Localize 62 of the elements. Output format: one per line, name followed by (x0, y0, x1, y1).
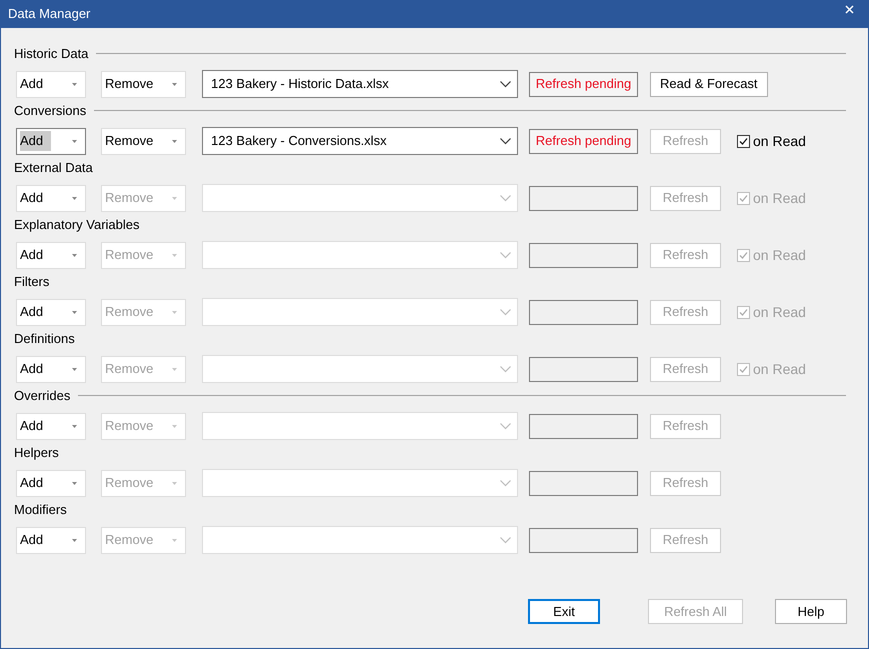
file-combo-box[interactable]: 123 Bakery - Conversions.xlsx (202, 127, 518, 155)
caret-icon (72, 424, 77, 428)
caret-icon (172, 424, 177, 428)
caret-icon (72, 254, 77, 256)
caret-icon (72, 310, 77, 314)
chevron-down-icon (500, 194, 511, 202)
section-label: Historic Data (14, 44, 88, 63)
section-label: Overrides (14, 386, 70, 405)
caret-icon (72, 82, 77, 86)
on-read-checkbox[interactable]: on Read (737, 130, 806, 152)
caret-icon (172, 368, 177, 370)
file-combo-box[interactable]: 123 Bakery - Historic Data.xlsx (202, 70, 518, 98)
caret-icon (172, 196, 177, 200)
action-button[interactable]: Read & Forecast (650, 72, 768, 96)
caret-icon (172, 254, 177, 256)
caret-icon (72, 368, 77, 370)
remove-dropdown[interactable]: Remove (101, 70, 186, 98)
status-field: Refresh pending (529, 128, 638, 154)
caret-icon (172, 482, 177, 484)
chevron-down-icon (500, 252, 511, 258)
check-icon (738, 306, 749, 318)
section-label: External Data (14, 158, 93, 177)
add-dropdown[interactable]: Add (16, 526, 86, 554)
section-label: Helpers (14, 444, 59, 462)
caret-icon (172, 82, 177, 86)
chevron-down-icon (500, 422, 511, 430)
caret-icon (72, 140, 77, 142)
remove-dropdown[interactable]: Remove (101, 128, 186, 154)
chevron-down-icon (500, 80, 511, 88)
chevron-down-icon (500, 366, 511, 372)
add-dropdown[interactable]: Add (16, 412, 86, 440)
section-label: Modifiers (14, 500, 67, 519)
caret-icon (172, 140, 177, 142)
check-icon (738, 364, 749, 374)
add-dropdown[interactable]: Add (16, 184, 86, 212)
chevron-down-icon (500, 138, 511, 144)
check-icon (738, 136, 749, 146)
check-icon (738, 250, 749, 260)
close-icon (845, 5, 854, 14)
footer-button[interactable]: Help (775, 599, 847, 624)
chevron-down-icon (500, 480, 511, 486)
status-field: Refresh pending (529, 72, 638, 96)
section-label: Conversions (14, 102, 86, 120)
chevron-down-icon (500, 308, 511, 316)
caret-icon (72, 196, 77, 200)
check-icon (738, 192, 749, 204)
section-label: Explanatory Variables (14, 216, 140, 234)
add-dropdown[interactable]: Add (16, 70, 86, 98)
add-dropdown[interactable]: Add (16, 298, 86, 326)
add-dropdown[interactable]: Add (16, 356, 86, 382)
add-dropdown[interactable]: Add (16, 242, 86, 268)
section-label: Filters (14, 272, 50, 291)
caret-icon (172, 538, 177, 542)
add-dropdown[interactable]: Add (16, 470, 86, 496)
window-title: Data Manager (8, 5, 90, 24)
add-dropdown[interactable]: Add (16, 128, 86, 154)
footer-button[interactable]: Exit (528, 599, 600, 624)
caret-icon (72, 538, 77, 542)
section-label: Definitions (14, 330, 75, 348)
caret-icon (72, 482, 77, 484)
caret-icon (172, 310, 177, 314)
chevron-down-icon (500, 536, 511, 544)
